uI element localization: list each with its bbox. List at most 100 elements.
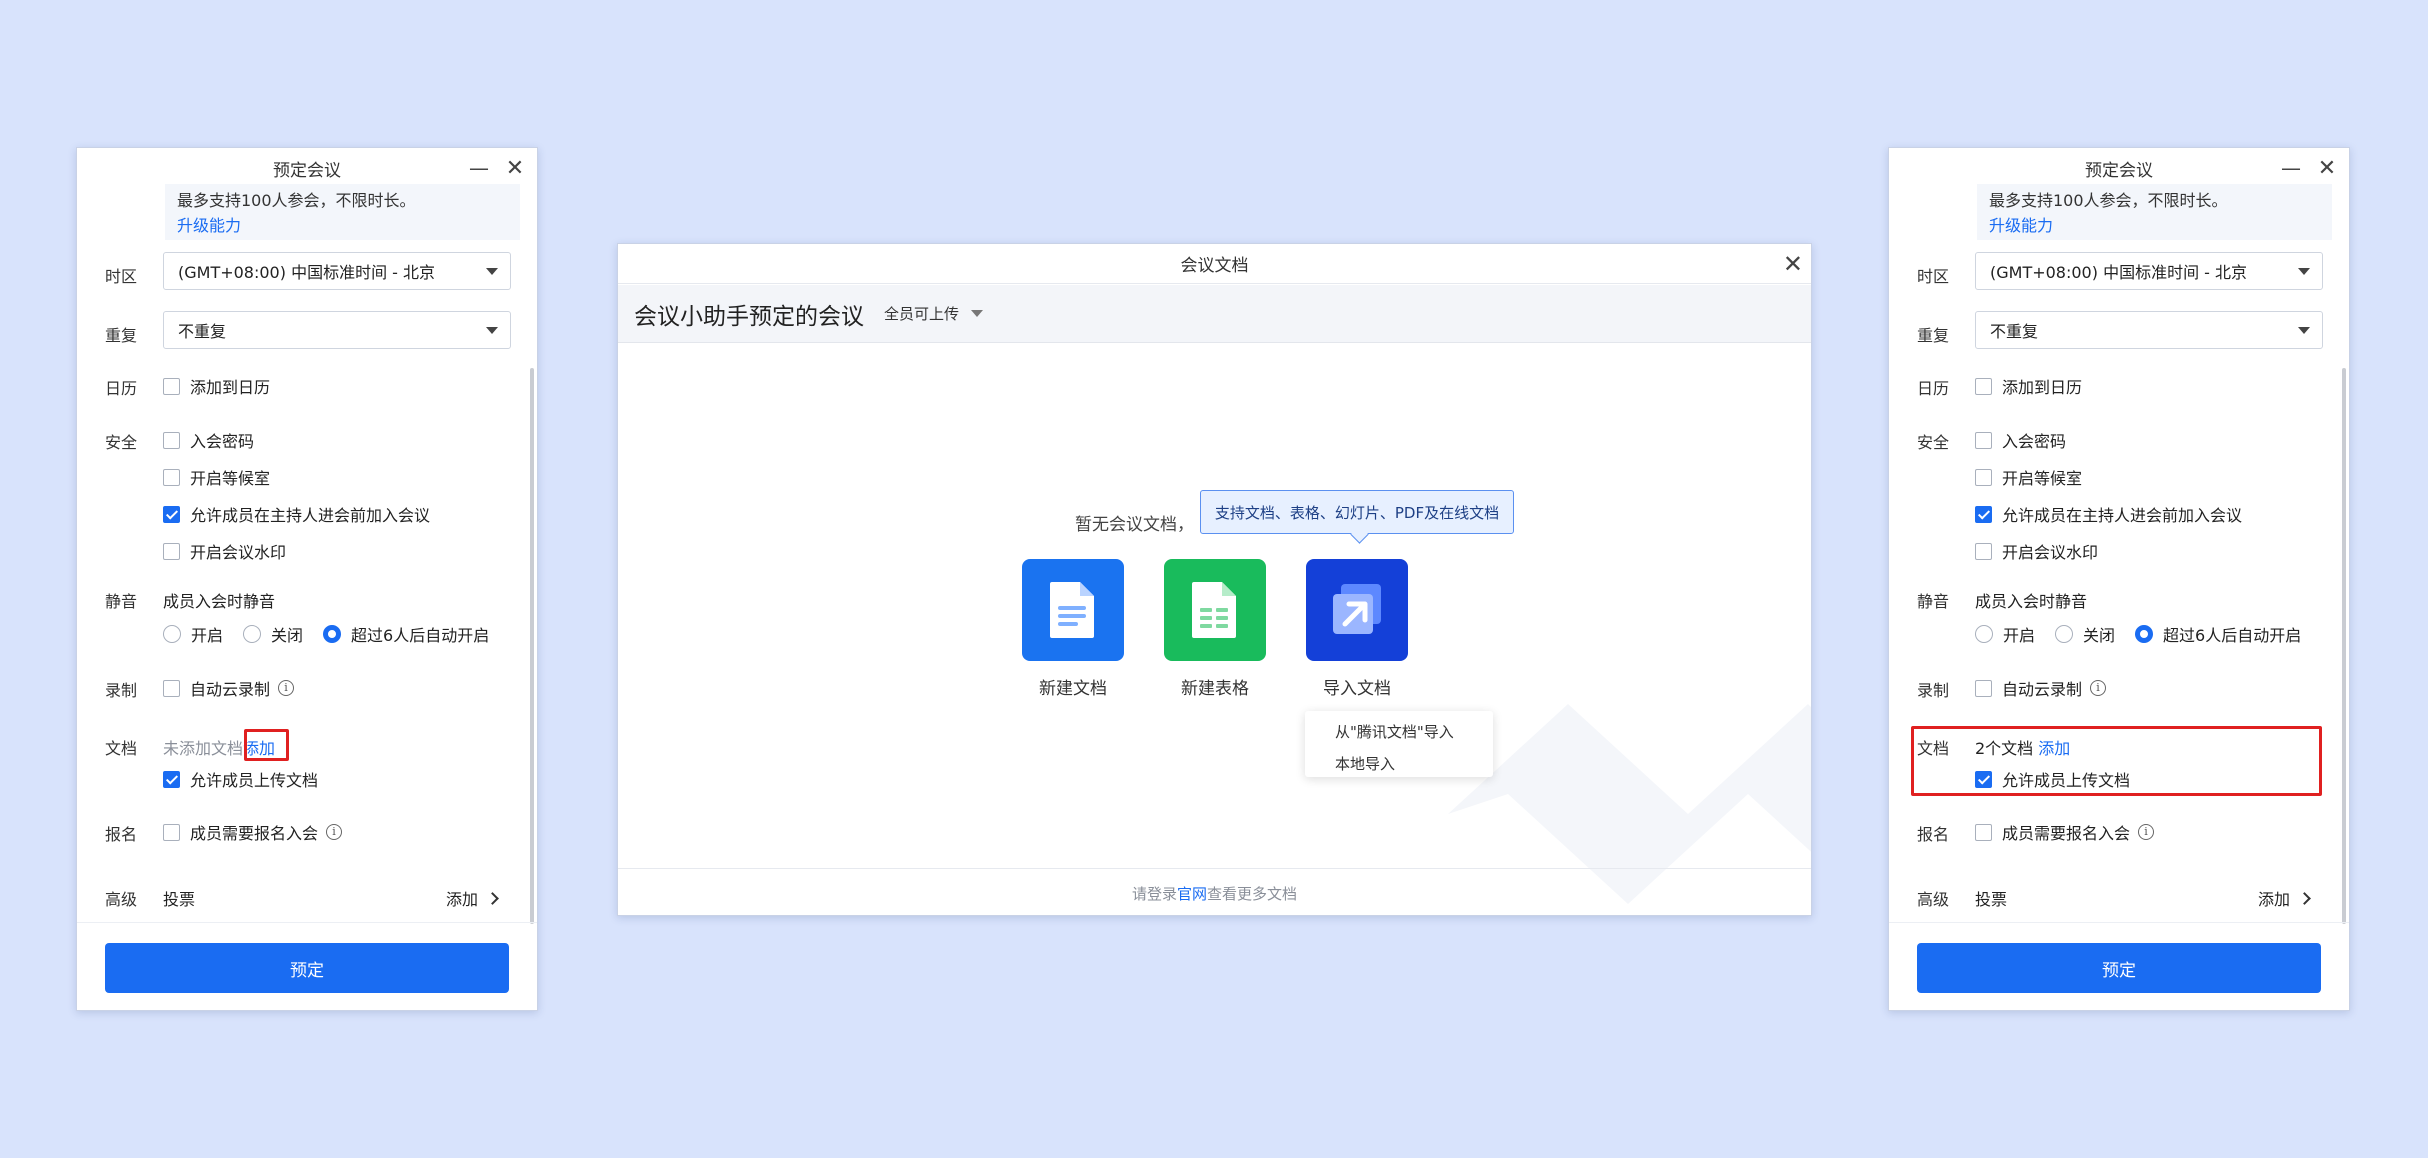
checkbox-icon xyxy=(1975,431,1992,449)
record-label: 录制 xyxy=(1917,681,1950,700)
join-before-host-checkbox[interactable]: 允许成员在主持人进会前加入会议 xyxy=(163,503,430,525)
doc-add-link[interactable]: 添加 xyxy=(2038,739,2070,758)
allow-upload-checkbox[interactable]: 允许成员上传文档 xyxy=(163,768,318,790)
checkbox-checked-icon xyxy=(163,505,180,523)
mute-radio-group: 开启 关闭 超过6人后自动开启 xyxy=(163,623,489,645)
signup-option-label: 成员需要报名入会 xyxy=(190,824,319,843)
radio-selected-icon xyxy=(2135,625,2154,643)
scrollbar[interactable] xyxy=(2342,368,2346,924)
waiting-room-label: 开启等候室 xyxy=(190,469,271,488)
join-before-host-checkbox[interactable]: 允许成员在主持人进会前加入会议 xyxy=(1975,503,2242,525)
mute-on-label: 开启 xyxy=(2003,626,2036,645)
mute-on-radio[interactable]: 开启 xyxy=(1975,622,2035,646)
minimize-icon[interactable]: — xyxy=(2279,156,2303,180)
timezone-select[interactable]: (GMT+08:00) 中国标准时间 - 北京 xyxy=(1975,252,2323,290)
repeat-value: 不重复 xyxy=(1990,322,2039,341)
security-label: 安全 xyxy=(105,433,138,452)
import-doc-tile[interactable] xyxy=(1306,559,1408,661)
info-icon[interactable]: i xyxy=(278,680,295,696)
checkbox-icon xyxy=(1975,823,1992,841)
close-icon[interactable]: ✕ xyxy=(503,156,527,181)
mute-off-radio[interactable]: 关闭 xyxy=(243,622,303,646)
repeat-select[interactable]: 不重复 xyxy=(1975,311,2323,349)
allow-upload-label: 允许成员上传文档 xyxy=(2002,771,2131,790)
waiting-room-checkbox[interactable]: 开启等候室 xyxy=(1975,466,2082,488)
calendar-label: 日历 xyxy=(1917,379,1950,398)
new-sheet-tile[interactable] xyxy=(1164,559,1266,661)
mute-off-label: 关闭 xyxy=(271,626,304,645)
allow-upload-checkbox[interactable]: 允许成员上传文档 xyxy=(1975,768,2130,790)
upgrade-link[interactable]: 升级能力 xyxy=(177,213,520,238)
info-icon[interactable]: i xyxy=(2090,680,2107,696)
watermark-checkbox[interactable]: 开启会议水印 xyxy=(1975,540,2098,562)
advanced-add-button[interactable]: 添加 xyxy=(2257,886,2311,910)
mute-radio-group: 开启 关闭 超过6人后自动开启 xyxy=(1975,623,2301,645)
timezone-select[interactable]: (GMT+08:00) 中国标准时间 - 北京 xyxy=(163,252,511,290)
mute-off-label: 关闭 xyxy=(2083,626,2116,645)
advanced-add-button[interactable]: 添加 xyxy=(446,886,499,910)
mute-label: 静音 xyxy=(105,592,138,611)
import-icon xyxy=(1333,584,1381,634)
caret-down-icon xyxy=(2298,327,2310,334)
mute-auto-radio[interactable]: 超过6人后自动开启 xyxy=(323,622,489,646)
mute-auto-label: 超过6人后自动开启 xyxy=(2163,626,2302,645)
watermark-checkbox[interactable]: 开启会议水印 xyxy=(163,540,286,562)
document-icon xyxy=(1050,582,1094,638)
security-label: 安全 xyxy=(1917,433,1950,452)
new-doc-tile[interactable] xyxy=(1022,559,1124,661)
close-icon[interactable]: ✕ xyxy=(1783,250,1803,278)
repeat-label: 重复 xyxy=(1917,326,1950,345)
checkbox-icon xyxy=(163,468,180,486)
cloud-record-checkbox[interactable]: 自动云录制 i xyxy=(163,677,295,699)
schedule-button[interactable]: 预定 xyxy=(1917,943,2321,993)
chevron-right-icon xyxy=(2298,891,2311,905)
checkbox-icon xyxy=(163,377,180,395)
schedule-button[interactable]: 预定 xyxy=(105,943,509,993)
checkbox-icon xyxy=(1975,542,1992,560)
footer-prefix: 请登录 xyxy=(1131,884,1177,903)
footer-divider xyxy=(77,922,537,923)
cloud-record-checkbox[interactable]: 自动云录制 i xyxy=(1975,677,2107,699)
advanced-label: 高级 xyxy=(105,890,138,909)
signup-checkbox[interactable]: 成员需要报名入会 i xyxy=(163,821,343,843)
calendar-option-label: 添加到日历 xyxy=(2002,378,2083,397)
close-icon[interactable]: ✕ xyxy=(2315,156,2339,181)
permission-dropdown[interactable]: 全员可上传 xyxy=(884,303,984,324)
footer-divider xyxy=(1889,922,2349,923)
doc-status-text: 未添加文档 xyxy=(163,739,244,758)
calendar-checkbox[interactable]: 添加到日历 xyxy=(1975,375,2082,397)
import-tencent-docs-item[interactable]: 从"腾讯文档"导入 xyxy=(1335,721,1454,742)
checkbox-icon xyxy=(1975,468,1992,486)
mute-off-radio[interactable]: 关闭 xyxy=(2055,622,2115,646)
password-checkbox[interactable]: 入会密码 xyxy=(1975,429,2066,451)
mute-desc: 成员入会时静音 xyxy=(163,592,276,611)
radio-icon xyxy=(243,625,262,643)
advanced-add-label: 添加 xyxy=(2257,890,2290,909)
repeat-select[interactable]: 不重复 xyxy=(163,311,511,349)
import-menu: 从"腾讯文档"导入 本地导入 xyxy=(1305,711,1493,777)
schedule-panel-right: 预定会议 — ✕ 最多支持100人参会，不限时长。 升级能力 时区 (GMT+0… xyxy=(1888,147,2350,1011)
repeat-value: 不重复 xyxy=(178,322,227,341)
waiting-room-checkbox[interactable]: 开启等候室 xyxy=(163,466,270,488)
import-local-item[interactable]: 本地导入 xyxy=(1335,753,1395,774)
signup-checkbox[interactable]: 成员需要报名入会 i xyxy=(1975,821,2155,843)
info-icon[interactable]: i xyxy=(2138,824,2155,840)
upgrade-link[interactable]: 升级能力 xyxy=(1989,213,2332,238)
advanced-vote: 投票 xyxy=(1975,890,2008,909)
info-icon[interactable]: i xyxy=(326,824,343,840)
meeting-name: 会议小助手预定的会议 xyxy=(634,303,864,330)
calendar-checkbox[interactable]: 添加到日历 xyxy=(163,375,270,397)
mute-on-radio[interactable]: 开启 xyxy=(163,622,223,646)
password-checkbox[interactable]: 入会密码 xyxy=(163,429,254,451)
scrollbar[interactable] xyxy=(530,368,534,924)
meeting-docs-dialog: 会议文档 ✕ 会议小助手预定的会议 全员可上传 暂无会议文档， 支持文档、表格、… xyxy=(617,243,1812,916)
checkbox-checked-icon xyxy=(1975,505,1992,523)
advanced-vote: 投票 xyxy=(163,890,196,909)
official-site-link[interactable]: 官网 xyxy=(1177,883,1207,904)
mute-auto-radio[interactable]: 超过6人后自动开启 xyxy=(2135,622,2301,646)
checkbox-checked-icon xyxy=(163,770,180,788)
minimize-icon[interactable]: — xyxy=(467,156,491,180)
upgrade-text: 最多支持100人参会，不限时长。 xyxy=(1989,191,2228,210)
upgrade-text: 最多支持100人参会，不限时长。 xyxy=(177,191,416,210)
new-doc-label: 新建文档 xyxy=(1039,679,1107,699)
